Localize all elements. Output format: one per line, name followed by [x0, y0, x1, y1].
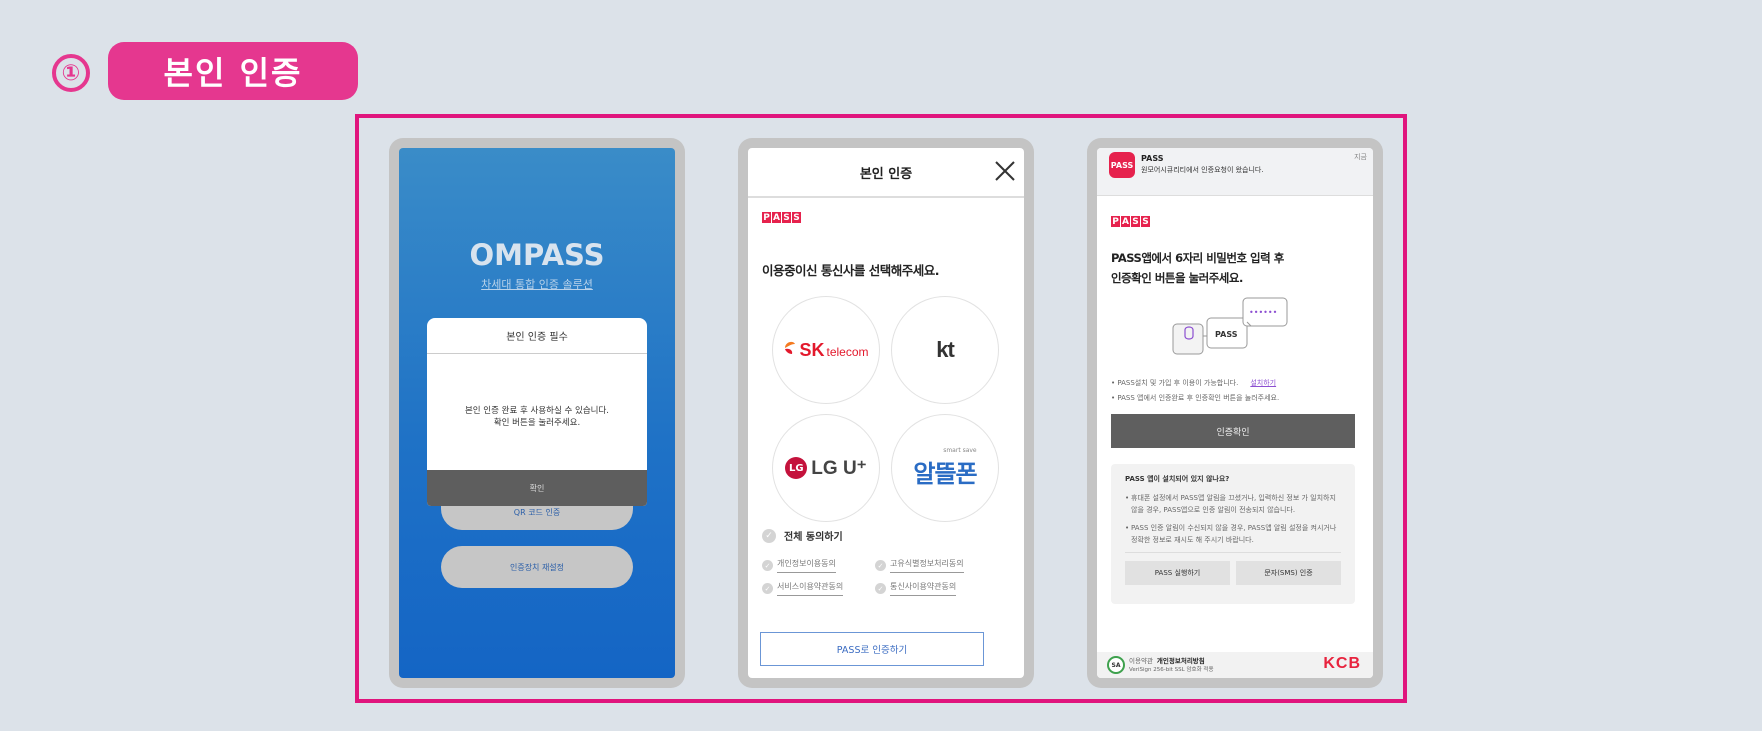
faq-item: 휴대폰 설정에서 PASS앱 알림을 끄셨거나, 입력하신 정보 가 일치하지 … [1125, 492, 1341, 516]
term-label: 개인정보이용동의 [777, 558, 836, 573]
lg-uplus-text: LG U⁺ [811, 457, 867, 479]
run-pass-button[interactable]: PASS 실행하기 [1125, 561, 1230, 585]
modal-body: 본인 인증 완료 후 사용하실 수 있습니다. 확인 버튼을 눌러주세요. [427, 364, 647, 470]
pass-pin-illustration: PASS •••••• [1172, 297, 1288, 355]
sk-butterfly-icon [785, 341, 796, 354]
pass-app-icon: PASS [1109, 152, 1135, 178]
modal-message-line2: 확인 버튼을 눌러주세요. [493, 418, 581, 428]
step-title: 본인 인증 [108, 42, 358, 100]
screens-frame: OMPASS 차세대 통합 인증 솔루션 QR 코드 인증 인증장치 재설정 본… [355, 114, 1407, 703]
mvno-tagline: smart save [943, 447, 977, 454]
illu-pass-label: PASS [1215, 330, 1238, 339]
bullet-confirm: PASS 앱에서 인증완료 후 인증확인 버튼을 눌러주세요. [1117, 394, 1280, 402]
instruction-text: PASS앱에서 6자리 비밀번호 입력 후 인증확인 버튼을 눌러주세요. [1111, 248, 1284, 288]
instruction-line2: 인증확인 버튼을 눌러주세요. [1111, 271, 1243, 285]
kt-logo-text: kt [936, 337, 955, 362]
sk-brand-text: SK [799, 339, 825, 360]
phone-mockup-pass-confirm: PASS PASS 원모어시큐리티에서 인증요청이 왔습니다. 지금 PASS … [1087, 138, 1383, 688]
carrier-mvno[interactable]: smart save 알뜰폰 [891, 414, 999, 522]
check-icon: ✓ [762, 583, 773, 594]
mvno-logo-text: 알뜰폰 [913, 460, 977, 488]
agree-all-label: 전체 동의하기 [784, 532, 843, 543]
ompass-tagline: 차세대 통합 인증 솔루션 [481, 278, 593, 291]
lg-face-icon: LG [785, 457, 808, 479]
pass-logo-letter: A [1121, 216, 1130, 227]
carrier-sk-telecom[interactable]: SK telecom [772, 296, 880, 404]
notification-message: 원모어시큐리티에서 인증요청이 왔습니다. [1141, 166, 1264, 174]
term-label: 서비스이용약관동의 [777, 581, 844, 596]
pass-logo-letter: S [792, 212, 801, 223]
pass-logo: PASS [762, 212, 801, 223]
notification-app-name: PASS [1141, 154, 1164, 163]
pass-logo-letter: P [1111, 216, 1120, 227]
ompass-screen: OMPASS 차세대 통합 인증 솔루션 QR 코드 인증 인증장치 재설정 본… [399, 148, 675, 678]
faq-box: PASS 앱이 설치되어 있지 않나요? 휴대폰 설정에서 PASS앱 알림을 … [1111, 464, 1355, 604]
check-icon: ✓ [875, 560, 886, 571]
term-checkbox[interactable]: ✓ 서비스이용약관동의 [762, 581, 875, 596]
push-notification[interactable]: PASS PASS 원모어시큐리티에서 인증요청이 왔습니다. 지금 [1097, 148, 1373, 196]
info-bullets: • PASS설치 및 가입 후 이용이 가능합니다. 설치하기 • PASS 앱에… [1111, 379, 1280, 402]
modal-message-line1: 본인 인증 완료 후 사용하실 수 있습니다. [464, 406, 610, 416]
pass-logo-letter: A [772, 212, 781, 223]
ssl-seal-icon: SA [1107, 656, 1125, 674]
pass-confirm-screen: PASS PASS 원모어시큐리티에서 인증요청이 왔습니다. 지금 PASS … [1097, 148, 1373, 678]
pass-logo-letter: S [782, 212, 791, 223]
pass-logo: PASS [1111, 216, 1150, 227]
modal-title: 본인 인증 필수 [427, 318, 647, 354]
carrier-kt[interactable]: kt [891, 296, 999, 404]
carrier-prompt: 이용중이신 통신사를 선택해주세요. [762, 263, 939, 278]
step-number-badge: ① [52, 54, 90, 92]
sk-telecom-text: telecom [826, 344, 869, 359]
install-link[interactable]: 설치하기 [1250, 379, 1276, 387]
pass-auth-button[interactable]: PASS로 인증하기 [760, 632, 984, 666]
check-icon: ✓ [762, 560, 773, 571]
terms-list: ✓ 개인정보이용동의 ✓ 고유식별정보처리동의 ✓ 서비스이용약관동의 ✓ 통신사이용약… [762, 558, 988, 596]
carrier-select-screen: 본인 인증 PASS 이용중이신 통신사를 선택해주세요. SK telecom [748, 148, 1024, 678]
pass-logo-letter: P [762, 212, 771, 223]
footer-links: 이용약관 개인정보처리방침 [1129, 655, 1205, 665]
auth-confirm-button[interactable]: 인증확인 [1111, 414, 1355, 448]
check-icon: ✓ [875, 583, 886, 594]
privacy-link[interactable]: 개인정보처리방침 [1157, 657, 1205, 665]
check-icon: ✓ [762, 528, 776, 543]
faq-item: PASS 인증 알림이 수신되지 않을 경우, PASS앱 알림 설정을 켜시거… [1125, 522, 1341, 546]
close-icon[interactable] [992, 158, 1018, 184]
sms-auth-button[interactable]: 문자(SMS) 인증 [1236, 561, 1341, 585]
kcb-logo: KCB [1323, 655, 1361, 672]
notification-time: 지금 [1354, 153, 1367, 161]
faq-divider [1125, 552, 1341, 553]
ompass-logo: OMPASS [469, 238, 605, 272]
screen-title: 본인 인증 [859, 166, 913, 182]
modal-confirm-button[interactable]: 확인 [427, 470, 647, 506]
phone-mockup-carrier-select: 본인 인증 PASS 이용중이신 통신사를 선택해주세요. SK telecom [738, 138, 1034, 688]
illu-pin-dots: •••••• [1249, 308, 1277, 317]
term-checkbox[interactable]: ✓ 통신사이용약관동의 [875, 581, 988, 596]
phone-mockup-ompass: OMPASS 차세대 통합 인증 솔루션 QR 코드 인증 인증장치 재설정 본… [389, 138, 685, 688]
screen-header: 본인 인증 [748, 148, 1024, 198]
term-label: 고유식별정보처리동의 [890, 558, 964, 573]
pass-logo-letter: S [1131, 216, 1140, 227]
pass-logo-letter: S [1141, 216, 1150, 227]
terms-link[interactable]: 이용약관 [1129, 657, 1153, 665]
instruction-line1: PASS앱에서 6자리 비밀번호 입력 후 [1111, 251, 1284, 265]
auth-required-modal: 본인 인증 필수 본인 인증 완료 후 사용하실 수 있습니다. 확인 버튼을 … [427, 318, 647, 506]
term-checkbox[interactable]: ✓ 고유식별정보처리동의 [875, 558, 988, 573]
term-label: 통신사이용약관동의 [890, 581, 957, 596]
bullet-install: PASS설치 및 가입 후 이용이 가능합니다. [1117, 379, 1239, 387]
term-checkbox[interactable]: ✓ 개인정보이용동의 [762, 558, 875, 573]
faq-buttons: PASS 실행하기 문자(SMS) 인증 [1125, 561, 1341, 585]
agree-all-checkbox[interactable]: ✓ 전체 동의하기 [762, 528, 843, 543]
device-reset-button[interactable]: 인증장치 재설정 [441, 546, 633, 588]
faq-question: PASS 앱이 설치되어 있지 않나요? [1125, 475, 1230, 483]
carrier-lg-uplus[interactable]: LG LG U⁺ [772, 414, 880, 522]
ssl-note: VeriSign 256-bit SSL 암호화 적용 [1129, 667, 1214, 673]
footer: SA 이용약관 개인정보처리방침 VeriSign 256-bit SSL 암호화… [1097, 652, 1373, 678]
